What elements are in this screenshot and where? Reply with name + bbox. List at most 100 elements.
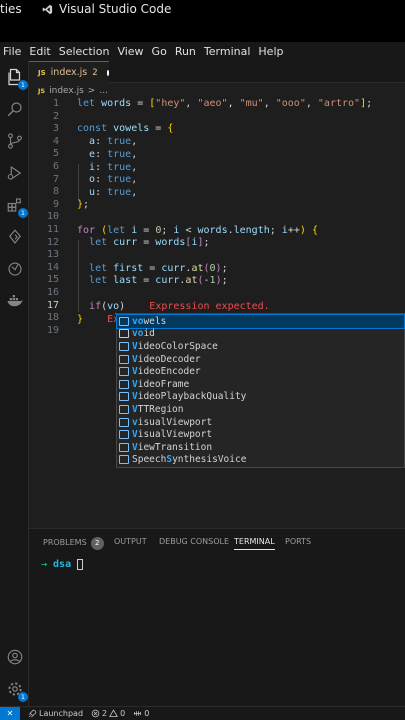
suggestion-item[interactable]: VTTRegion [117,403,404,416]
autocomplete-suggestions[interactable]: vowels void VideoColorSpace VideoDecoder Vid… [116,313,405,468]
variable-icon [119,392,129,402]
docker-icon [7,295,23,307]
extensions-button[interactable]: 1 [4,194,28,218]
timeline-icon [8,262,22,276]
menu-go[interactable]: Go [152,45,167,58]
explorer-button[interactable]: 1 [4,66,28,90]
line-number: 19 [46,324,59,336]
line-number: 11 [46,224,59,235]
suggestion-label: ViewTransition [132,441,213,453]
code-line-14: let first = curr.at(0); [89,263,228,274]
menu-selection[interactable]: Selection [59,45,110,58]
line-number: 12 [46,236,59,248]
extensions-badge: 1 [18,208,28,218]
tab-problems[interactable]: PROBLEMS 2 [43,537,104,550]
variable-icon [119,404,129,414]
variable-icon [119,442,129,452]
rocket-icon [28,709,37,718]
suggestion-item[interactable]: visualViewport [117,416,404,429]
suggestion-item[interactable]: SpeechSynthesisVoice [117,454,404,467]
code-line-15: let last = curr.at(-1); [89,275,228,286]
tab-ports[interactable]: PORTS [285,537,311,546]
tab-problem-count: 2 [92,67,98,78]
status-bar: ✕ Launchpad 2 0 0 [0,706,405,720]
accounts-button[interactable] [4,646,26,668]
variable-icon [119,430,129,440]
suggestion-label: VisualViewport [132,429,213,441]
vscode-icon [42,4,53,14]
code-line-11: for (let i = 0; i < words.length; i++) { [77,225,318,236]
run-debug-button[interactable] [4,162,26,184]
line-number: 8 [52,186,59,198]
suggestion-item[interactable]: VideoDecoder [117,353,404,366]
tab-index-js[interactable]: JS index.js 2 [29,61,109,83]
search-button[interactable] [4,98,26,120]
ports-status[interactable]: 0 [133,709,149,718]
tab-output[interactable]: OUTPUT [114,537,147,546]
tab-terminal[interactable]: TERMINAL [234,537,275,550]
suggestion-item[interactable]: VideoFrame [117,378,404,391]
variable-icon [119,367,129,377]
keyword-icon [119,329,129,339]
source-control-icon [8,133,22,149]
manage-button[interactable]: 1 [4,678,28,702]
line-number: 9 [52,198,59,210]
unsaved-dot-icon[interactable] [106,69,109,76]
problems-status[interactable]: 2 0 [91,709,125,718]
line-number: 18 [46,312,59,324]
docker-button[interactable] [4,290,26,312]
tab-filename: index.js [50,67,88,78]
suggestion-label: VideoFrame [132,378,190,390]
suggestion-item[interactable]: VideoEncoder [117,365,404,378]
code-line-1: let words = ["hey", "aeo", "mu", "ooo", … [77,98,373,109]
menu-edit[interactable]: Edit [29,45,50,58]
breadcrumb-file[interactable]: index.js [49,86,84,96]
editor-tabs: JS index.js 2 [29,61,405,83]
suggestion-item[interactable]: VideoPlaybackQuality [117,391,404,404]
line-number: 13 [46,249,59,261]
menu-view[interactable]: View [117,45,143,58]
line-number: 1 [52,98,59,109]
variable-icon [119,417,129,427]
line-number: 14 [46,261,59,273]
error-count: 2 [102,709,108,718]
suggestion-label: VideoColorSpace [132,340,218,352]
remote-explorer-button[interactable] [4,226,26,248]
suggestion-item[interactable]: vowels [116,314,405,329]
menu-file[interactable]: File [3,45,21,58]
activity-bar: 1 1 1 [0,61,29,706]
suggestion-label: void [132,328,155,340]
launchpad-label: Launchpad [39,709,84,718]
terminal-prompt[interactable]: → dsa [41,559,84,570]
tab-debug-console[interactable]: DEBUG CONSOLE [159,537,229,546]
warning-count: 0 [120,709,126,718]
menu-help[interactable]: Help [258,45,283,58]
remote-explorer-icon [9,229,21,244]
app-indicator[interactable]: Visual Studio Code [42,2,171,16]
suggestion-item[interactable]: VideoColorSpace [117,340,404,353]
prompt-directory: dsa [53,559,72,570]
warning-icon [109,709,119,717]
breadcrumb-rest[interactable]: ... [99,86,108,96]
suggestion-label: VideoPlaybackQuality [132,391,247,403]
explorer-badge: 1 [18,80,28,90]
line-number: 15 [46,274,59,286]
breadcrumb-separator: > [87,86,96,96]
suggestion-label: vowels [132,315,167,327]
source-control-button[interactable] [4,130,26,152]
menu-run[interactable]: Run [175,45,196,58]
remote-indicator[interactable]: ✕ [0,706,20,720]
suggestion-item[interactable]: ViewTransition [117,441,404,454]
line-number: 3 [52,123,59,135]
suggestion-item[interactable]: void [117,328,404,341]
timeline-button[interactable] [4,258,26,280]
launchpad-item[interactable]: Launchpad [28,709,83,718]
activities-label[interactable]: ties [0,2,22,16]
variable-icon [119,341,129,351]
line-number: 5 [52,148,59,160]
suggestion-label: VideoEncoder [132,366,201,378]
code-line-18: } Ex [77,314,120,325]
suggestion-item[interactable]: VisualViewport [117,428,404,441]
settings-badge: 1 [18,692,28,702]
menu-terminal[interactable]: Terminal [204,45,251,58]
